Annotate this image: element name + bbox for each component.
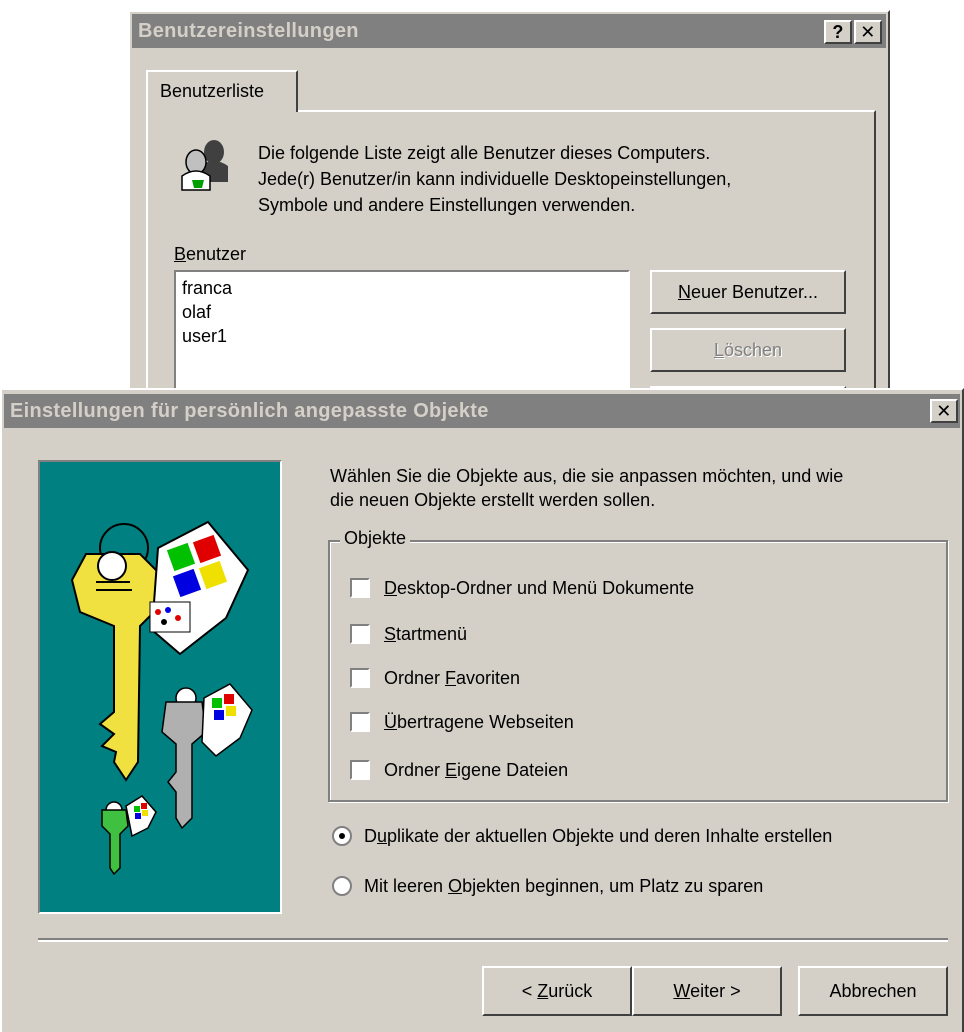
tab-user-list[interactable]: Benutzerliste — [146, 70, 298, 112]
option-label: Desktop-Ordner und Menü Dokumente — [384, 577, 695, 598]
delete-button[interactable]: Löschen — [650, 328, 846, 372]
intro-line-3: Symbole und andere Einstellungen verwend… — [258, 195, 636, 215]
checkbox[interactable] — [350, 760, 370, 780]
custom-objects-intro: Wählen Sie die Objekte aus, die sie anpa… — [330, 464, 950, 512]
list-item[interactable]: olaf — [182, 300, 622, 324]
objects-group-label: Objekte — [340, 528, 411, 549]
checkbox[interactable] — [350, 624, 370, 644]
option-label: Übertragene Webseiten — [384, 711, 574, 732]
cancel-button[interactable]: Abbrechen — [798, 966, 948, 1016]
option-my-documents[interactable]: Ordner Eigene Dateien — [350, 756, 568, 784]
intro-line-2: die neuen Objekte erstellt werden sollen… — [330, 490, 656, 510]
intro-line-2: Jede(r) Benutzer/in kann individuelle De… — [258, 169, 732, 189]
radio-label: Duplikate der aktuellen Objekte und dere… — [364, 825, 833, 846]
list-item[interactable]: user1 — [182, 324, 622, 348]
users-icon — [181, 140, 228, 191]
option-start-menu[interactable]: Startmenü — [350, 620, 467, 648]
next-button[interactable]: Weiter > — [632, 966, 782, 1016]
option-desktop-documents[interactable]: Desktop-Ordner und Menü Dokumente — [350, 574, 694, 602]
radio-button[interactable] — [332, 826, 352, 846]
back-button[interactable]: < Zurück — [482, 966, 632, 1016]
help-button[interactable]: ? — [824, 20, 852, 44]
user-settings-titlebar[interactable]: Benutzereinstellungen ? ✕ — [132, 14, 886, 48]
close-button[interactable]: ✕ — [854, 20, 882, 44]
radio-label: Mit leeren Objekten beginnen, um Platz z… — [364, 875, 764, 896]
option-label: Startmenü — [384, 623, 468, 644]
option-favorites[interactable]: Ordner Favoriten — [350, 664, 520, 692]
users-label: Benutzer — [174, 244, 247, 264]
checkbox[interactable] — [350, 578, 370, 598]
separator — [38, 938, 948, 942]
close-button[interactable]: ✕ — [930, 399, 958, 423]
intro-line-1: Wählen Sie die Objekte aus, die sie anpa… — [330, 466, 844, 486]
checkbox[interactable] — [350, 668, 370, 688]
radio-button[interactable] — [332, 876, 352, 896]
keys-illustration — [70, 520, 253, 876]
custom-objects-title: Einstellungen für persönlich angepasste … — [10, 400, 489, 422]
radio-duplicate-objects[interactable]: Duplikate der aktuellen Objekte und dere… — [332, 822, 832, 850]
radio-empty-objects[interactable]: Mit leeren Objekten beginnen, um Platz z… — [332, 872, 763, 900]
custom-objects-titlebar[interactable]: Einstellungen für persönlich angepasste … — [4, 394, 960, 428]
custom-objects-dialog: Einstellungen für persönlich angepasste … — [0, 388, 964, 1032]
checkbox[interactable] — [350, 712, 370, 732]
user-settings-title: Benutzereinstellungen — [138, 20, 359, 42]
user-settings-dialog: Benutzereinstellungen ? ✕ Benutzerliste … — [128, 10, 890, 430]
list-item[interactable]: franca — [182, 276, 622, 300]
new-user-button[interactable]: Neuer Benutzer... — [650, 270, 846, 314]
intro-line-1: Die folgende Liste zeigt alle Benutzer d… — [258, 143, 711, 163]
option-web-pages[interactable]: Übertragene Webseiten — [350, 708, 574, 736]
option-label: Ordner Eigene Dateien — [384, 759, 569, 780]
user-list-intro: Die folgende Liste zeigt alle Benutzer d… — [258, 140, 818, 218]
option-label: Ordner Favoriten — [384, 667, 521, 688]
wizard-art-panel — [38, 460, 282, 914]
